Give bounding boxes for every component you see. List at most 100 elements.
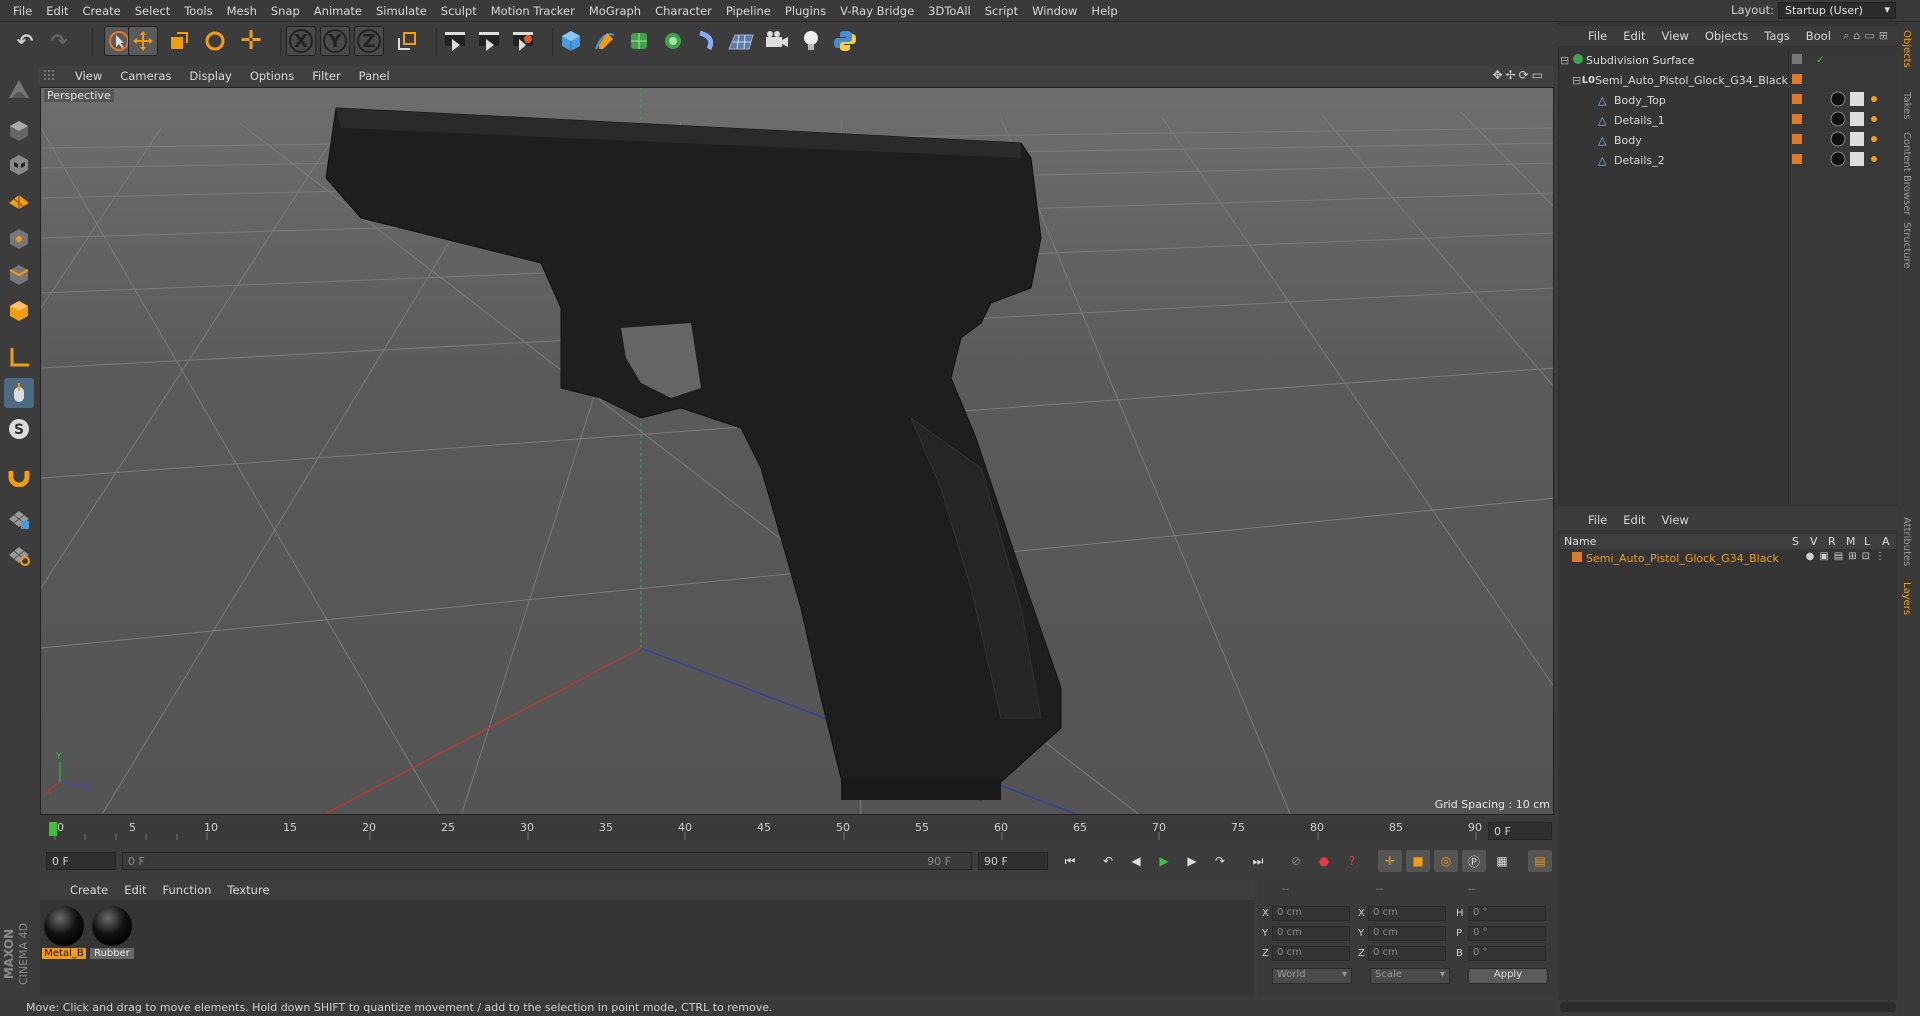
layer-col-locked[interactable]: L	[1864, 535, 1870, 548]
menu-script[interactable]: Script	[978, 4, 1025, 18]
autokeying-icon[interactable]: ?	[1340, 850, 1364, 872]
layer-menu-file[interactable]: File	[1580, 513, 1615, 527]
tab-takes[interactable]: Takes	[1901, 92, 1912, 119]
make-editable-icon[interactable]	[4, 74, 34, 104]
key-scale-icon[interactable]: ■	[1406, 850, 1430, 872]
menu-file[interactable]: File	[6, 4, 39, 18]
end-frame-field[interactable]: 90 F	[978, 852, 1048, 870]
size-z-field[interactable]: 0 cm	[1368, 946, 1446, 961]
axis-mode-icon[interactable]	[4, 342, 34, 372]
menu-tools[interactable]: Tools	[177, 4, 219, 18]
key-position-icon[interactable]: ✛	[1378, 850, 1402, 872]
render-picture-viewer-icon[interactable]	[474, 26, 504, 56]
light-icon[interactable]	[796, 26, 826, 56]
grid-snap-icon[interactable]	[4, 540, 34, 570]
snap-icon[interactable]: S	[4, 414, 34, 444]
key-parameter-icon[interactable]: Ⓟ	[1462, 850, 1486, 872]
tab-structure[interactable]: Structure	[1901, 222, 1912, 269]
viewport-nav-icons[interactable]: ✥✢⟳▭	[1492, 68, 1546, 82]
tree-item-body-top[interactable]: △ Body_Top	[1560, 91, 1788, 109]
camera-icon[interactable]	[762, 26, 792, 56]
rotate-tool-icon[interactable]	[200, 26, 230, 56]
menu-edit[interactable]: Edit	[39, 4, 75, 18]
material-menu-edit[interactable]: Edit	[116, 883, 154, 897]
menu-snap[interactable]: Snap	[264, 4, 307, 18]
coordinate-space-select[interactable]: World ▾	[1272, 968, 1352, 984]
menu-vray-bridge[interactable]: V-Ray Bridge	[833, 4, 921, 18]
layer-flags-icons[interactable]: ●▣▤⊞⊡⋮	[1806, 551, 1890, 562]
layer-col-render[interactable]: R	[1828, 535, 1836, 548]
cube-primitive-icon[interactable]	[556, 26, 586, 56]
material-metal[interactable]: Metal_B	[42, 904, 86, 960]
viewport-menu-cameras[interactable]: Cameras	[111, 69, 180, 83]
menu-help[interactable]: Help	[1084, 4, 1124, 18]
render-view-icon[interactable]	[440, 26, 470, 56]
frame-range-slider[interactable]: 0 F 90 F	[122, 852, 972, 870]
layer-menu-edit[interactable]: Edit	[1615, 513, 1653, 527]
recent-tools-icon[interactable]: ✛	[236, 26, 266, 56]
material-rubber[interactable]: Rubber	[90, 904, 134, 960]
tab-attributes[interactable]: Attributes	[1901, 517, 1912, 566]
workplane-icon[interactable]	[4, 184, 34, 214]
key-pla-icon[interactable]: ▦	[1490, 850, 1514, 872]
go-to-start-icon[interactable]: ⏮	[1058, 850, 1082, 872]
python-icon[interactable]	[830, 26, 860, 56]
object-menu-view[interactable]: View	[1654, 29, 1697, 43]
undo-icon[interactable]: ↶	[10, 26, 40, 56]
menu-sculpt[interactable]: Sculpt	[434, 4, 484, 18]
object-menu-bookmarks[interactable]: Bool	[1798, 29, 1839, 43]
rotation-h-field[interactable]: 0 °	[1468, 906, 1546, 921]
move-tool-icon[interactable]	[128, 26, 158, 56]
object-search-icon[interactable]: ⌕⌂▭⊞	[1843, 29, 1892, 43]
grid-lock-icon[interactable]	[4, 504, 34, 534]
tab-content-browser[interactable]: Content Browser	[1901, 132, 1912, 215]
position-y-field[interactable]: 0 cm	[1272, 926, 1350, 941]
position-x-field[interactable]: 0 cm	[1272, 906, 1350, 921]
layer-col-solo[interactable]: S	[1792, 535, 1799, 548]
previous-frame-icon[interactable]: ◀	[1124, 850, 1148, 872]
rotation-p-field[interactable]: 0 °	[1468, 926, 1546, 941]
z-axis-lock-icon[interactable]: Z	[354, 26, 384, 56]
current-frame-field[interactable]: 0 F	[1488, 822, 1552, 840]
play-icon[interactable]: ▶	[1152, 850, 1176, 872]
object-menu-edit[interactable]: Edit	[1615, 29, 1653, 43]
menu-simulate[interactable]: Simulate	[369, 4, 434, 18]
key-rotation-icon[interactable]: ◎	[1434, 850, 1458, 872]
position-z-field[interactable]: 0 cm	[1272, 946, 1350, 961]
collapse-icon[interactable]: ⊟	[1560, 54, 1572, 67]
start-frame-field[interactable]: 0 F	[46, 852, 116, 870]
tree-item-pistol-null[interactable]: ⊟ L0 Semi_Auto_Pistol_Glock_G34_Black	[1560, 71, 1788, 89]
menu-plugins[interactable]: Plugins	[778, 4, 833, 18]
menu-animate[interactable]: Animate	[307, 4, 369, 18]
3d-viewport[interactable]	[40, 87, 1554, 815]
apply-button[interactable]: Apply	[1468, 968, 1548, 984]
object-menu-objects[interactable]: Objects	[1697, 29, 1756, 43]
coordinate-mode-select[interactable]: Scale ▾	[1370, 968, 1450, 984]
timeline-options-icon[interactable]: ▤	[1528, 850, 1552, 872]
rotation-b-field[interactable]: 0 °	[1468, 946, 1546, 961]
layer-row[interactable]: Semi_Auto_Pistol_Glock_G34_Black ●▣▤⊞⊡⋮	[1560, 549, 1896, 567]
subdivision-surface-icon[interactable]	[624, 26, 654, 56]
record-disabled-icon[interactable]: ⊘	[1284, 850, 1308, 872]
size-x-field[interactable]: 0 cm	[1368, 906, 1446, 921]
pen-spline-icon[interactable]	[590, 26, 620, 56]
x-axis-lock-icon[interactable]: X	[286, 26, 316, 56]
layer-col-manager[interactable]: M	[1846, 535, 1856, 548]
model-mode-icon[interactable]	[4, 116, 34, 146]
tweak-mode-icon[interactable]	[4, 378, 34, 408]
menu-create[interactable]: Create	[76, 4, 128, 18]
render-settings-icon[interactable]	[508, 26, 538, 56]
menu-select[interactable]: Select	[128, 4, 177, 18]
texture-mode-icon[interactable]	[4, 150, 34, 180]
menu-character[interactable]: Character	[648, 4, 719, 18]
material-menu-texture[interactable]: Texture	[219, 883, 277, 897]
tree-item-subdivision-surface[interactable]: ⊟ Subdivision Surface	[1560, 51, 1788, 69]
tab-objects[interactable]: Objects	[1901, 30, 1912, 68]
go-to-end-icon[interactable]: ⏭	[1246, 850, 1270, 872]
menu-mograph[interactable]: MoGraph	[582, 4, 648, 18]
material-menu-function[interactable]: Function	[155, 883, 220, 897]
menu-pipeline[interactable]: Pipeline	[719, 4, 778, 18]
scale-tool-icon[interactable]	[164, 26, 194, 56]
collapse-icon[interactable]: ⊟	[1572, 74, 1582, 87]
y-axis-lock-icon[interactable]: Y	[320, 26, 350, 56]
